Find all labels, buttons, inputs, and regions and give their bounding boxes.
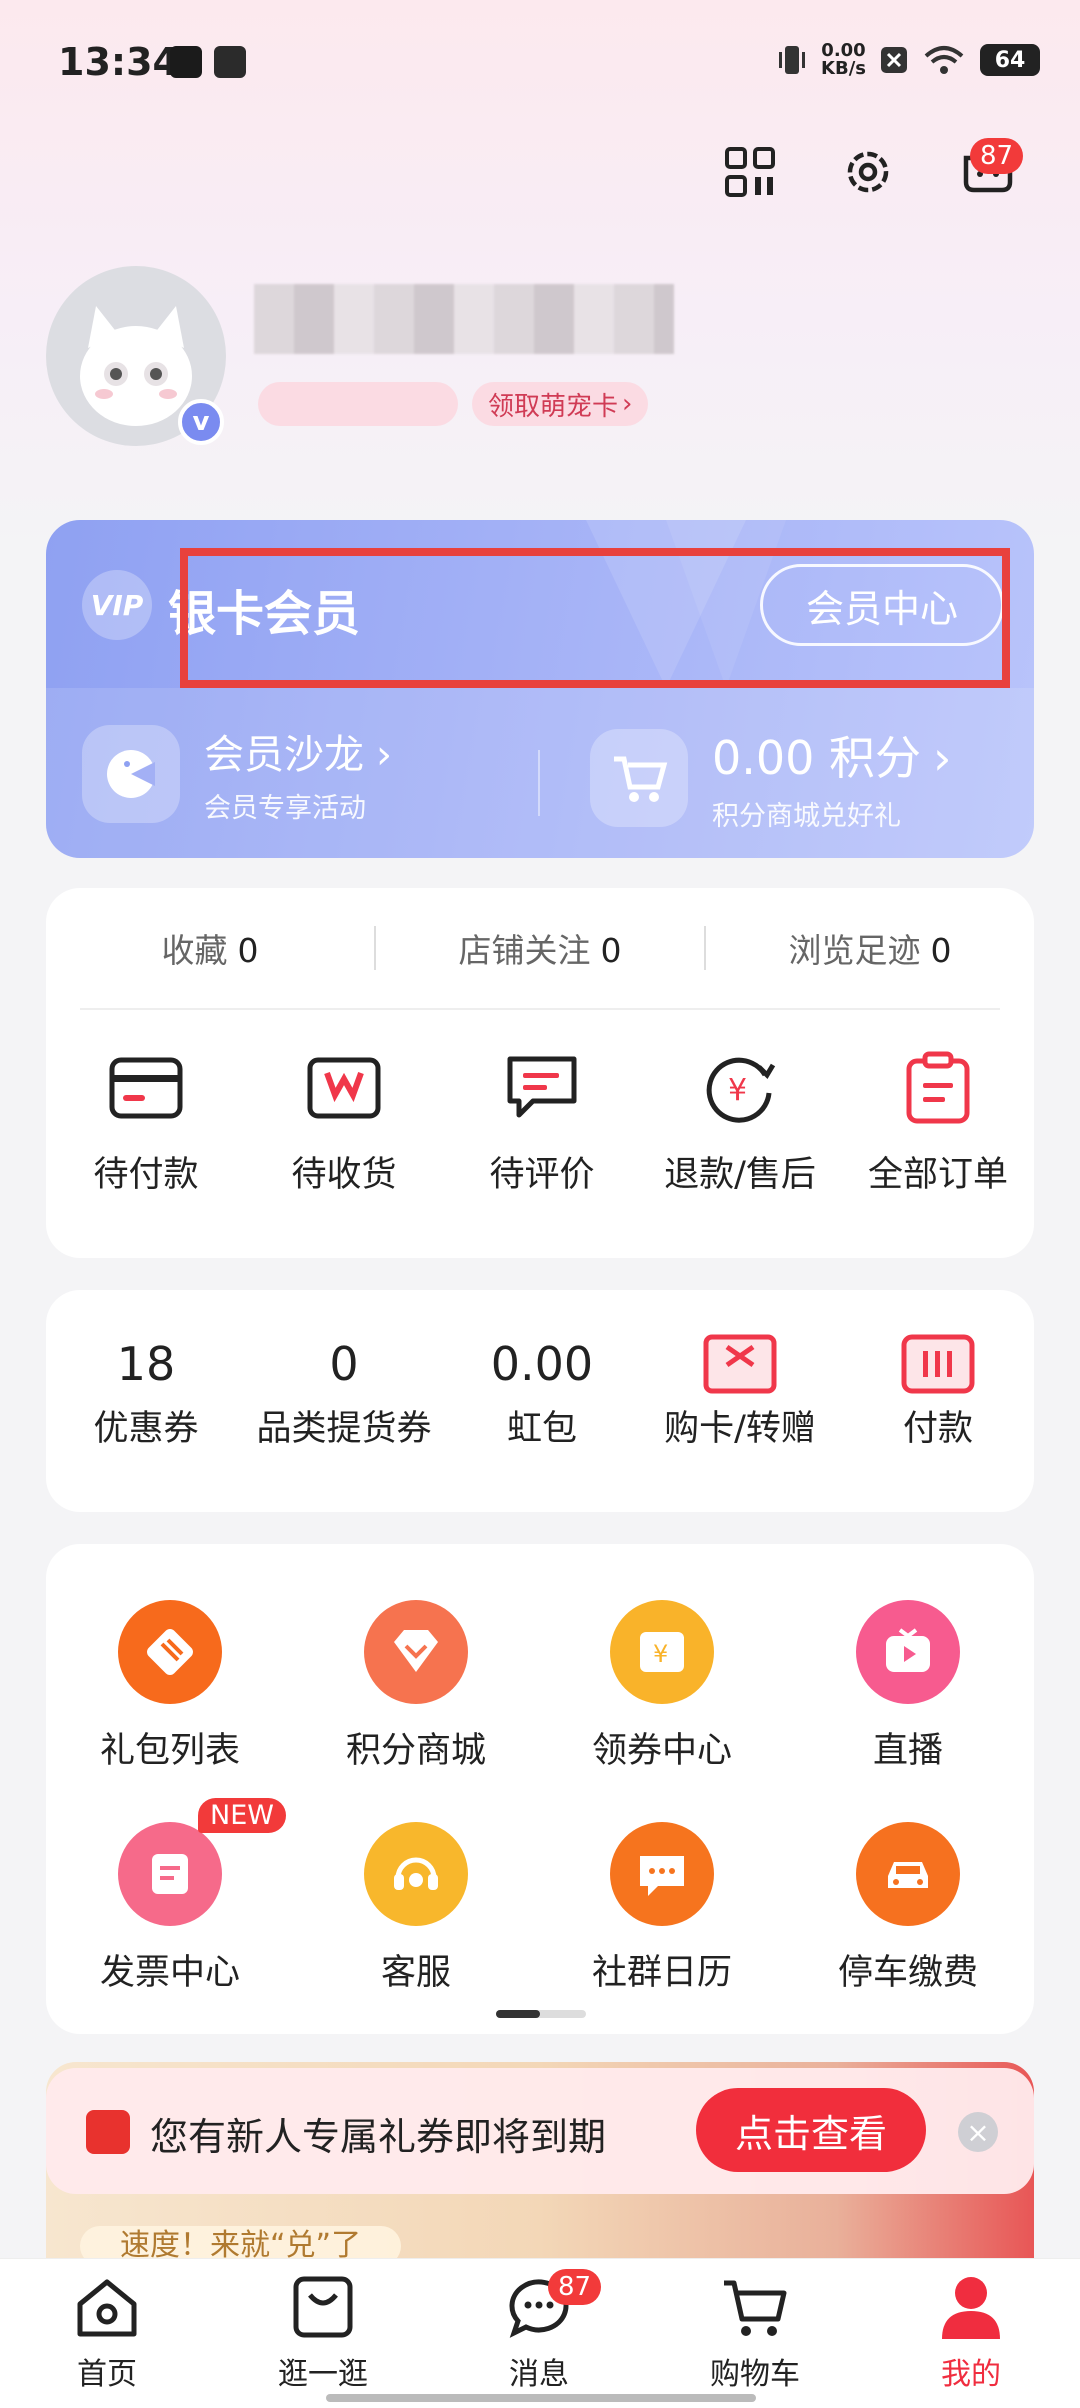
order-pending-review[interactable]: 待评价 bbox=[442, 1048, 642, 1197]
sim-off-icon bbox=[881, 47, 907, 73]
stat-history[interactable]: 浏览足迹 0 bbox=[706, 924, 1034, 972]
headset-icon bbox=[364, 1822, 468, 1926]
close-icon[interactable]: × bbox=[958, 2112, 998, 2152]
promo-view-button[interactable]: 点击查看 bbox=[696, 2088, 926, 2172]
order-all[interactable]: 全部订单 bbox=[838, 1048, 1038, 1197]
review-icon bbox=[502, 1048, 582, 1128]
bag-icon bbox=[287, 2271, 359, 2343]
order-pending-receipt[interactable]: 待收货 bbox=[244, 1048, 444, 1197]
message-badge: 87 bbox=[970, 138, 1024, 174]
service-community-calendar[interactable]: 社群日历 bbox=[552, 1822, 772, 1995]
bottom-navigation: 首页 逛一逛 87 消息 购物车 我的 bbox=[0, 2258, 1080, 2408]
wallet-card-icon bbox=[106, 1048, 186, 1128]
order-refund[interactable]: ¥ 退款/售后 bbox=[640, 1048, 840, 1197]
messages-badge: 87 bbox=[548, 2269, 602, 2305]
status-indicators: 0.00 KB/s 64 bbox=[777, 42, 1040, 78]
clipboard-icon bbox=[898, 1048, 978, 1128]
service-live[interactable]: 直播 bbox=[798, 1600, 1018, 1773]
service-parking-payment[interactable]: 停车缴费 bbox=[798, 1822, 1018, 1995]
points-desc: 积分商城兑好礼 bbox=[712, 801, 901, 832]
stat-followed-shops[interactable]: 店铺关注 0 bbox=[376, 924, 704, 972]
stat-favorites[interactable]: 收藏 0 bbox=[46, 924, 374, 972]
cart-icon bbox=[719, 2271, 791, 2343]
page-indicator-active bbox=[496, 2010, 540, 2018]
service-coupon-center[interactable]: ¥ 领券中心 bbox=[552, 1600, 772, 1773]
home-indicator[interactable] bbox=[326, 2394, 756, 2402]
nav-cart[interactable]: 购物车 bbox=[680, 2271, 830, 2393]
service-customer-support[interactable]: 客服 bbox=[306, 1822, 526, 1995]
vip-logo-icon: VIP bbox=[82, 570, 152, 640]
nav-messages[interactable]: 87 消息 bbox=[464, 2269, 614, 2393]
wifi-icon bbox=[924, 46, 964, 74]
claim-pill[interactable]: 领取 bbox=[258, 382, 458, 426]
salon-icon bbox=[82, 724, 180, 823]
chat-icon bbox=[610, 1822, 714, 1926]
gift-tag-icon bbox=[118, 1600, 222, 1704]
service-invoice-center[interactable]: NEW 发票中心 bbox=[60, 1798, 286, 1995]
promo-notice: 您有新人专属礼券即将到期 点击查看 × bbox=[46, 2068, 1034, 2194]
wallet-card: 18 优惠券 0 品类提货券 0.00 虹包 购卡/转赠 付款 bbox=[46, 1290, 1034, 1512]
vibrate-icon bbox=[779, 46, 806, 74]
refund-icon: ¥ bbox=[700, 1048, 780, 1128]
wallet-buy-card[interactable]: 购卡/转赠 bbox=[640, 1334, 840, 1451]
home-icon bbox=[71, 2271, 143, 2343]
diamond-icon bbox=[364, 1600, 468, 1704]
verified-badge-icon: v bbox=[178, 399, 224, 445]
member-center-button[interactable]: 会员中心 bbox=[760, 564, 1004, 646]
order-pending-payment[interactable]: 待付款 bbox=[46, 1048, 246, 1197]
vip-level-title: 银卡会员 bbox=[168, 586, 361, 642]
vip-divider bbox=[538, 750, 540, 816]
points-cart-icon bbox=[590, 728, 688, 827]
pay-icon bbox=[898, 1334, 978, 1394]
nav-profile[interactable]: 我的 bbox=[896, 2271, 1046, 2393]
mail-app-icon bbox=[214, 46, 246, 78]
scan-qr-icon[interactable] bbox=[720, 142, 780, 202]
vip-benefits: 会员沙龙 › 会员专享活动 0.00 积分 › 积分商城兑好礼 bbox=[46, 688, 1034, 858]
coupon-icon: ¥ bbox=[610, 1600, 714, 1704]
divider bbox=[80, 1008, 1000, 1010]
points-link[interactable]: 0.00 积分 › 积分商城兑好礼 bbox=[590, 722, 951, 833]
wallet-red-packet[interactable]: 0.00 虹包 bbox=[442, 1334, 642, 1451]
wallet-pay[interactable]: 付款 bbox=[838, 1334, 1038, 1451]
status-time: 13:34 bbox=[58, 40, 179, 84]
service-gift-list[interactable]: 礼包列表 bbox=[60, 1600, 280, 1773]
member-salon-link[interactable]: 会员沙龙 › 会员专享活动 bbox=[82, 722, 392, 825]
invoice-icon bbox=[118, 1822, 222, 1926]
service-points-mall[interactable]: 积分商城 bbox=[306, 1600, 526, 1773]
card-icon bbox=[700, 1334, 780, 1394]
nav-browse[interactable]: 逛一逛 bbox=[248, 2271, 398, 2393]
red-envelope-icon bbox=[86, 2110, 130, 2154]
tv-icon bbox=[856, 1600, 960, 1704]
nav-home[interactable]: 首页 bbox=[32, 2271, 182, 2393]
salon-desc: 会员专享活动 bbox=[204, 793, 366, 824]
car-icon bbox=[856, 1822, 960, 1926]
promo-text: 您有新人专属礼券即将到期 bbox=[150, 2115, 607, 2159]
points-title: 0.00 积分 bbox=[712, 731, 922, 785]
svg-text:¥: ¥ bbox=[653, 1640, 668, 1668]
wallet-category-vouchers[interactable]: 0 品类提货券 bbox=[244, 1334, 444, 1451]
status-bar: 13:34 0.00 KB/s 64 bbox=[0, 0, 1080, 125]
svg-text:¥: ¥ bbox=[728, 1073, 747, 1108]
battery-icon: 64 bbox=[980, 44, 1040, 76]
network-speed: 0.00 KB/s bbox=[821, 40, 866, 79]
message-center-icon[interactable]: 87 bbox=[958, 138, 1024, 202]
new-badge: NEW bbox=[198, 1798, 286, 1833]
vip-card: VIP 银卡会员 会员中心 会员沙龙 › 会员专享活动 0.00 积分 › 积分商城… bbox=[46, 520, 1034, 858]
settings-gear-icon[interactable] bbox=[838, 142, 898, 202]
claim-pet-card-pill[interactable]: 领取萌宠卡 › bbox=[472, 382, 649, 426]
tiktok-icon bbox=[170, 46, 202, 78]
wallet-coupons[interactable]: 18 优惠券 bbox=[46, 1334, 246, 1451]
services-card: 礼包列表 积分商城 ¥ 领券中心 直播 NEW 发票中心 客服 社群日历 停车缴… bbox=[46, 1544, 1034, 2034]
salon-title: 会员沙龙 bbox=[204, 732, 364, 778]
package-icon bbox=[304, 1048, 384, 1128]
profile-icon bbox=[935, 2271, 1007, 2343]
stats-row: 收藏 0 店铺关注 0 浏览足迹 0 bbox=[46, 888, 1034, 1008]
username-blurred bbox=[254, 284, 674, 354]
vip-header: VIP 银卡会员 会员中心 bbox=[46, 520, 1034, 688]
orders-card: 收藏 0 店铺关注 0 浏览足迹 0 待付款 待收货 待评价 ¥ 退款/售后 全部订单 bbox=[46, 888, 1034, 1258]
